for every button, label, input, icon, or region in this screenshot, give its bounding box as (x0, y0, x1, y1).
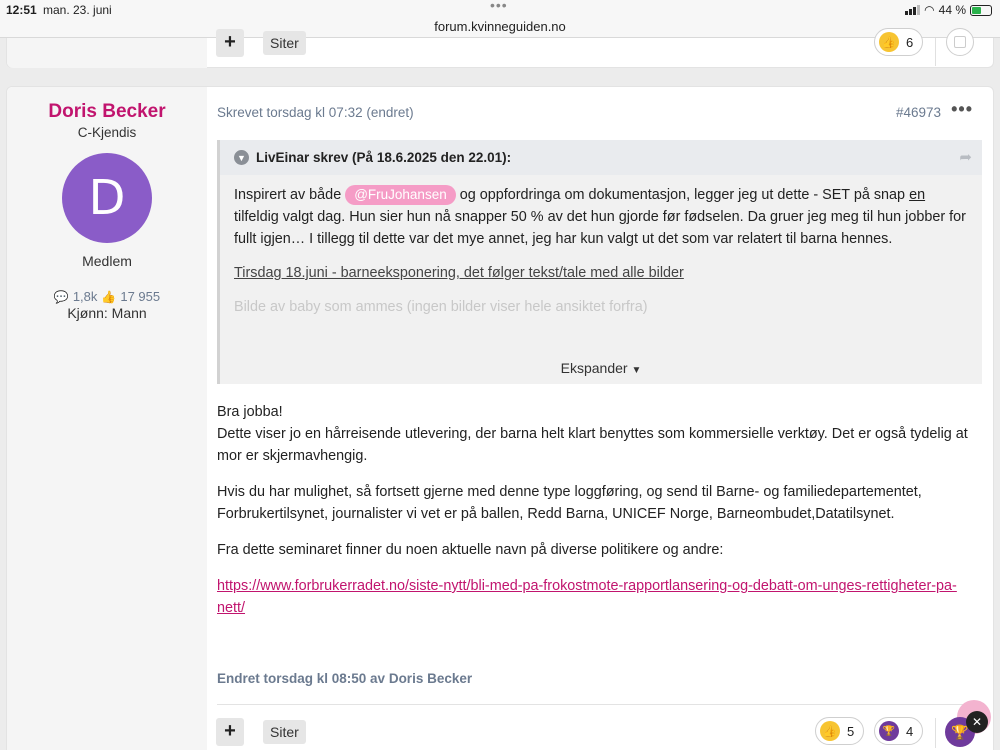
quote-block: ▼ LivEinar skrev (På 18.6.2025 den 22.01… (217, 140, 982, 384)
multiquote-button[interactable]: + (216, 718, 244, 746)
previous-post (6, 38, 994, 68)
like-count-prev: 6 (906, 34, 914, 50)
signal-icon (905, 5, 921, 15)
seminar-link[interactable]: https://www.forbrukerradet.no/siste-nytt… (217, 578, 957, 616)
share-icon[interactable]: ➦ (959, 148, 972, 166)
divider (935, 38, 936, 66)
quote-subheading: Tirsdag 18.juni - barneeksponering, det … (234, 265, 684, 281)
forum-post: Doris Becker C-Kjendis D Medlem 💬 1,8k 👍… (6, 86, 994, 750)
quote-button-prev[interactable]: Siter (263, 31, 306, 55)
more-icon[interactable]: ••• (951, 99, 973, 120)
like-count: 5 (847, 723, 855, 739)
expand-button[interactable]: Ekspander ▼ (220, 360, 982, 376)
trophy-count: 4 (906, 723, 914, 739)
address-bar[interactable]: forum.kvinneguiden.no (0, 19, 1000, 34)
post-line: Bra jobba! (217, 404, 283, 420)
multiquote-button-prev[interactable]: + (216, 29, 244, 57)
previous-post-sidebar (7, 38, 207, 68)
author-role: Medlem (82, 253, 132, 269)
author-sidebar: Doris Becker C-Kjendis D Medlem 💬 1,8k 👍… (7, 87, 207, 750)
thumbs-up-icon: 👍 (101, 289, 117, 304)
battery-percent: 44 % (938, 3, 966, 17)
divider (935, 718, 936, 748)
author-stats: 💬 1,8k 👍 17 955 (7, 289, 207, 304)
reaction-icon (954, 36, 966, 48)
author-name[interactable]: Doris Becker (7, 101, 207, 123)
trophy-icon: 🏆 (879, 721, 899, 741)
date: man. 23. juni (43, 3, 112, 17)
post-count: 1,8k (72, 289, 98, 304)
quote-header: ▼ LivEinar skrev (På 18.6.2025 den 22.01… (220, 140, 982, 175)
footer-divider (217, 704, 982, 705)
post-content: Bra jobba! Dette viser jo en hårreisende… (217, 401, 982, 633)
quote-button[interactable]: Siter (263, 720, 306, 744)
chevron-icon[interactable]: ▼ (234, 150, 249, 165)
trophy-reaction[interactable]: 🏆 4 (874, 717, 924, 745)
edited-note: Endret torsdag kl 08:50 av Doris Becker (217, 671, 473, 686)
post-paragraph: Fra dette seminaret finner du noen aktue… (217, 542, 724, 558)
thumbs-up-icon: 👍 (820, 721, 840, 741)
wifi-icon: ◠ (924, 3, 935, 17)
react-button-prev[interactable] (946, 28, 974, 56)
avatar[interactable]: D (62, 153, 152, 243)
quote-faded-text: Bilde av baby som ammes (ingen bilder vi… (234, 299, 648, 315)
clock: 12:51 (6, 3, 37, 17)
link-paragraph: https://www.forbrukerradet.no/siste-nytt… (217, 575, 982, 619)
battery-icon (970, 4, 992, 16)
author-title: C-Kjendis (77, 125, 137, 140)
post-number[interactable]: #46973 (896, 105, 941, 120)
close-icon[interactable]: ✕ (966, 711, 988, 733)
quote-paragraph: Inspirert av både @FruJohansen og oppfor… (234, 185, 966, 247)
post-paragraph: Hvis du har mulighet, så fortsett gjerne… (217, 484, 922, 522)
quote-author: LivEinar skrev (På 18.6.2025 den 22.01): (256, 150, 512, 165)
like-reaction-prev[interactable]: 👍 6 (874, 28, 924, 56)
quote-body: Inspirert av både @FruJohansen og oppfor… (220, 175, 982, 318)
like-total: 17 955 (120, 289, 161, 304)
like-reaction[interactable]: 👍 5 (815, 717, 865, 745)
browser-status-bar: 12:51 man. 23. juni ••• forum.kvinneguid… (0, 0, 1000, 38)
tab-dots-icon[interactable]: ••• (490, 0, 508, 13)
thumbs-up-icon: 👍 (879, 32, 899, 52)
author-gender: Kjønn: Mann (67, 305, 147, 321)
system-indicators: ◠ 44 % (905, 3, 992, 17)
post-paragraph: Dette viser jo en hårreisende utlevering… (217, 426, 968, 464)
comment-icon: 💬 (53, 289, 69, 304)
post-timestamp[interactable]: Skrevet torsdag kl 07:32 (endret) (217, 105, 414, 120)
caret-down-icon: ▼ (631, 365, 642, 376)
user-mention[interactable]: @FruJohansen (345, 185, 456, 205)
